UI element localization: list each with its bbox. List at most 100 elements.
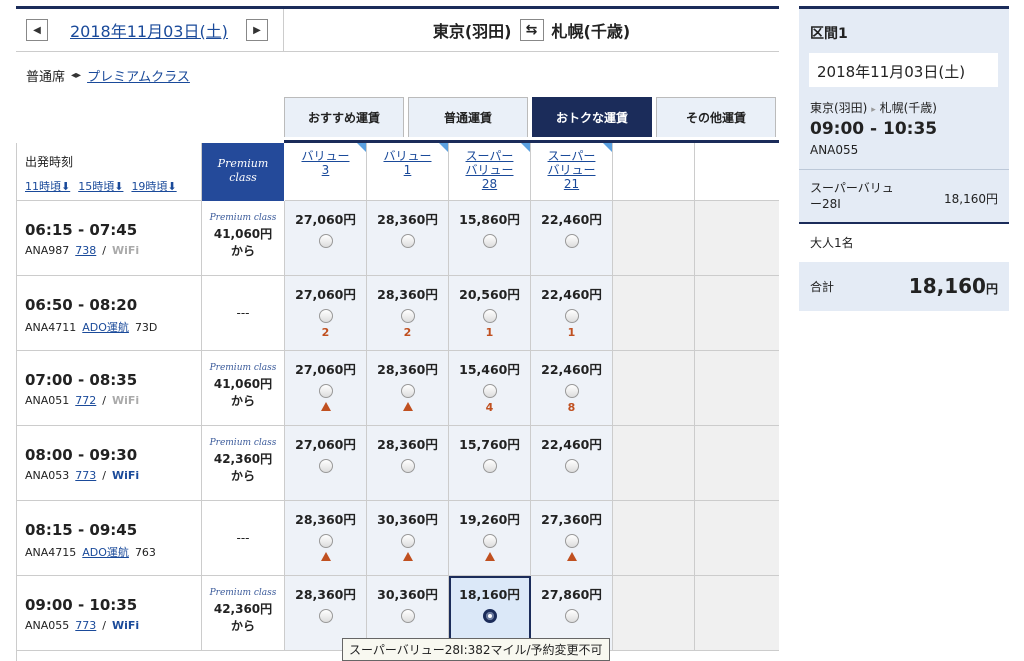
sort-19-link[interactable]: 19時頃⬇ bbox=[131, 178, 176, 194]
fare-radio[interactable] bbox=[318, 609, 333, 623]
flight-number: ANA4715 bbox=[25, 545, 77, 559]
aircraft-link[interactable]: 772 bbox=[75, 394, 96, 407]
fare-cell[interactable]: 28,360円 bbox=[285, 501, 367, 575]
fare-cell[interactable]: 15,860円 bbox=[449, 201, 531, 275]
aircraft-link[interactable]: 773 bbox=[75, 469, 96, 482]
fare-radio[interactable] bbox=[400, 309, 415, 323]
premium-cell[interactable]: Premium class 41,060円 から bbox=[202, 351, 285, 425]
fare-price: 20,560円 bbox=[459, 287, 520, 302]
fare-cell[interactable]: 27,060円 bbox=[285, 351, 367, 425]
fare-header-value1[interactable]: バリュー 1 bbox=[367, 143, 449, 201]
sort-15-link[interactable]: 15時頃⬇ bbox=[78, 178, 123, 194]
fare-radio[interactable] bbox=[564, 534, 579, 548]
fare-radio[interactable] bbox=[318, 459, 333, 473]
premium-cell[interactable]: Premium class 41,060円 から bbox=[202, 201, 285, 275]
summary-fare-price: 18,160円 bbox=[944, 192, 998, 206]
flight-number: ANA055 bbox=[25, 619, 70, 632]
fare-cell[interactable]: 27,360円 bbox=[531, 501, 613, 575]
tab-discount[interactable]: おトクな運賃 bbox=[532, 97, 652, 137]
fare-tabs: おすすめ運賃 普通運賃 おトクな運賃 その他運賃 bbox=[284, 97, 779, 143]
fare-cell[interactable]: 28,360円 2 bbox=[367, 276, 449, 350]
operator-link[interactable]: ADO運航 bbox=[82, 544, 129, 560]
fare-price: 30,360円 bbox=[377, 512, 438, 527]
fare-price: 27,360円 bbox=[541, 512, 602, 527]
fare-header-num: 3 bbox=[321, 163, 330, 177]
fare-radio[interactable] bbox=[400, 609, 415, 623]
flight-details: ANA987 738 / WiFi bbox=[25, 244, 201, 257]
fare-radio[interactable] bbox=[482, 609, 497, 623]
fare-cell[interactable]: 27,060円 bbox=[285, 201, 367, 275]
fare-cell[interactable]: 28,360円 bbox=[367, 351, 449, 425]
aircraft-link[interactable]: 738 bbox=[75, 244, 96, 257]
date-link[interactable]: 2018年11月03日(土) bbox=[70, 18, 228, 42]
premium-cell: --- bbox=[202, 501, 285, 575]
fare-cell[interactable]: 20,560円 1 bbox=[449, 276, 531, 350]
fare-cell[interactable]: 28,360円 bbox=[367, 426, 449, 500]
switch-arrow-icon: ◂▸ bbox=[71, 70, 82, 81]
summary-passengers: 大人1名 bbox=[799, 224, 1009, 262]
fare-cell[interactable]: 19,260円 bbox=[449, 501, 531, 575]
next-day-button[interactable]: ▶ bbox=[245, 19, 268, 41]
fare-radio[interactable] bbox=[400, 459, 415, 473]
fare-radio[interactable] bbox=[564, 384, 579, 398]
fare-cell[interactable]: 15,760円 bbox=[449, 426, 531, 500]
fare-radio[interactable] bbox=[400, 534, 415, 548]
destination-label: 札幌(千歳) bbox=[551, 22, 631, 41]
fare-radio[interactable] bbox=[482, 534, 497, 548]
summary-fare-name: スーパーバリュー28I bbox=[810, 181, 894, 211]
fare-cell[interactable]: 27,060円 2 bbox=[285, 276, 367, 350]
fare-header-text2: バリュー bbox=[547, 163, 596, 177]
fare-radio[interactable] bbox=[318, 534, 333, 548]
tab-normal[interactable]: 普通運賃 bbox=[408, 97, 528, 137]
fare-radio[interactable] bbox=[564, 459, 579, 473]
fare-cell[interactable]: 22,460円 bbox=[531, 201, 613, 275]
fare-price: 15,860円 bbox=[459, 212, 520, 227]
flight-details: ANA051 772 / WiFi bbox=[25, 394, 201, 407]
fare-radio[interactable] bbox=[482, 459, 497, 473]
aircraft-link[interactable]: 773 bbox=[75, 619, 96, 632]
summary-origin: 東京(羽田) bbox=[810, 101, 868, 115]
premium-from: から bbox=[230, 469, 255, 483]
fare-cell[interactable]: 22,460円 1 bbox=[531, 276, 613, 350]
fare-header-supervalue21[interactable]: スーパー バリュー 21 bbox=[531, 143, 613, 201]
premium-cell[interactable]: Premium class 42,360円 から bbox=[202, 576, 285, 650]
fare-cell[interactable]: 30,360円 bbox=[367, 501, 449, 575]
fare-radio[interactable] bbox=[400, 234, 415, 248]
fare-radio[interactable] bbox=[482, 384, 497, 398]
fare-cell[interactable]: 27,060円 bbox=[285, 426, 367, 500]
fare-cell[interactable]: 22,460円 bbox=[531, 426, 613, 500]
fare-header-text: バリュー bbox=[301, 149, 350, 163]
prev-day-button[interactable]: ◀ bbox=[26, 19, 48, 41]
tab-recommended[interactable]: おすすめ運賃 bbox=[284, 97, 404, 137]
flight-time: 08:00 - 09:30 bbox=[25, 446, 138, 464]
premium-cell[interactable]: Premium class 42,360円 から bbox=[202, 426, 285, 500]
fare-radio[interactable] bbox=[318, 309, 333, 323]
fare-radio[interactable] bbox=[400, 384, 415, 398]
premium-class-link[interactable]: プレミアムクラス bbox=[87, 66, 190, 85]
tab-other[interactable]: その他運賃 bbox=[656, 97, 776, 137]
premium-none: --- bbox=[236, 306, 250, 320]
fare-cell[interactable]: 28,360円 bbox=[367, 201, 449, 275]
fare-header-num: 1 bbox=[403, 163, 412, 177]
fare-radio[interactable] bbox=[564, 309, 579, 323]
fare-radio[interactable] bbox=[482, 234, 497, 248]
summary-route: 東京(羽田) ▸ 札幌(千歳) bbox=[810, 99, 1009, 116]
fare-radio[interactable] bbox=[318, 384, 333, 398]
fare-header-value3[interactable]: バリュー 3 bbox=[285, 143, 367, 201]
fare-header-supervalue28[interactable]: スーパー バリュー 28 bbox=[449, 143, 531, 201]
sort-11-link[interactable]: 11時頃⬇ bbox=[25, 178, 70, 194]
swap-route-button[interactable]: ⇆ bbox=[519, 19, 544, 41]
table-row: 07:00 - 08:35 ANA051 772 / WiFi Premium class… bbox=[17, 351, 779, 426]
fare-cell[interactable]: 15,460円 4 bbox=[449, 351, 531, 425]
table-header-row: 出発時刻 11時頃⬇ 15時頃⬇ 19時頃⬇ Premium class バリュ… bbox=[17, 143, 779, 201]
fare-radio[interactable] bbox=[564, 609, 579, 623]
fare-radio[interactable] bbox=[482, 309, 497, 323]
fare-cell[interactable]: 22,460円 8 bbox=[531, 351, 613, 425]
date-selector: ◀ 2018年11月03日(土) ▶ bbox=[16, 9, 284, 51]
fare-radio[interactable] bbox=[564, 234, 579, 248]
fare-radio[interactable] bbox=[318, 234, 333, 248]
summary-destination: 札幌(千歳) bbox=[879, 101, 937, 115]
seats-left: 2 bbox=[403, 326, 412, 339]
operator-link[interactable]: ADO運航 bbox=[82, 319, 129, 335]
fare-header-text: スーパー bbox=[465, 149, 514, 163]
